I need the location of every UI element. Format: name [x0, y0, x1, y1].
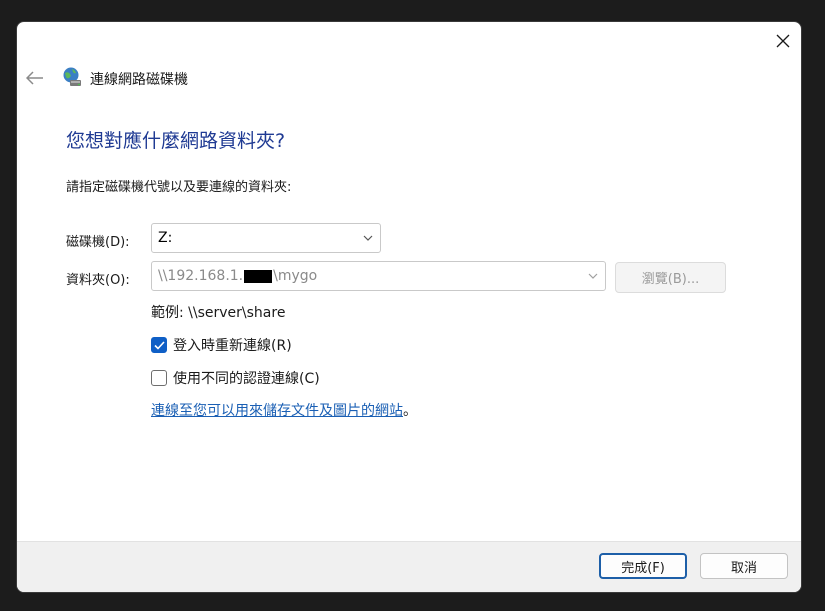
- folder-label: 資料夾(O):: [66, 273, 130, 288]
- map-network-drive-dialog: 連線網路磁碟機 您想對應什麼網路資料夾? 請指定磁碟機代號以及要連線的資料夾: …: [16, 21, 802, 593]
- finish-button[interactable]: 完成(F): [599, 553, 687, 579]
- chevron-down-icon: [363, 235, 373, 241]
- drive-select[interactable]: Z:: [151, 223, 381, 253]
- close-icon: [776, 34, 790, 48]
- back-button[interactable]: [23, 66, 47, 90]
- drive-label: 磁碟機(D):: [66, 235, 130, 250]
- reconnect-label: 登入時重新連線(R): [173, 338, 292, 354]
- folder-value-suffix: \mygo: [273, 268, 318, 284]
- dialog-title: 連線網路磁碟機: [90, 72, 188, 88]
- website-link-row: 連線至您可以用來儲存文件及圖片的網站。: [151, 400, 417, 420]
- website-link[interactable]: 連線至您可以用來儲存文件及圖片的網站: [151, 403, 403, 419]
- reconnect-checkbox[interactable]: [151, 337, 167, 353]
- chevron-down-icon: [588, 273, 598, 279]
- different-credentials-label: 使用不同的認證連線(C): [173, 371, 320, 387]
- link-suffix: 。: [403, 403, 417, 419]
- redaction-block: [244, 269, 273, 283]
- different-credentials-option[interactable]: 使用不同的認證連線(C): [151, 368, 320, 388]
- back-arrow-icon: [26, 71, 43, 85]
- cancel-button[interactable]: 取消: [700, 553, 788, 579]
- checkmark-icon: [153, 340, 165, 350]
- instruction-text: 請指定磁碟機代號以及要連線的資料夾:: [66, 180, 292, 195]
- reconnect-option[interactable]: 登入時重新連線(R): [151, 335, 292, 355]
- example-text: 範例: \\server\share: [151, 305, 286, 321]
- network-drive-icon: [63, 67, 81, 86]
- folder-value-prefix: \\192.168.1.: [158, 268, 244, 284]
- different-credentials-checkbox[interactable]: [151, 370, 167, 386]
- dialog-footer: 完成(F) 取消: [17, 541, 801, 592]
- drive-select-value: Z:: [158, 230, 173, 246]
- close-button[interactable]: [763, 22, 801, 60]
- browse-button[interactable]: 瀏覽(B)...: [615, 262, 726, 293]
- page-heading: 您想對應什麼網路資料夾?: [66, 130, 286, 152]
- folder-combobox[interactable]: \\192.168.1. \mygo: [151, 261, 606, 291]
